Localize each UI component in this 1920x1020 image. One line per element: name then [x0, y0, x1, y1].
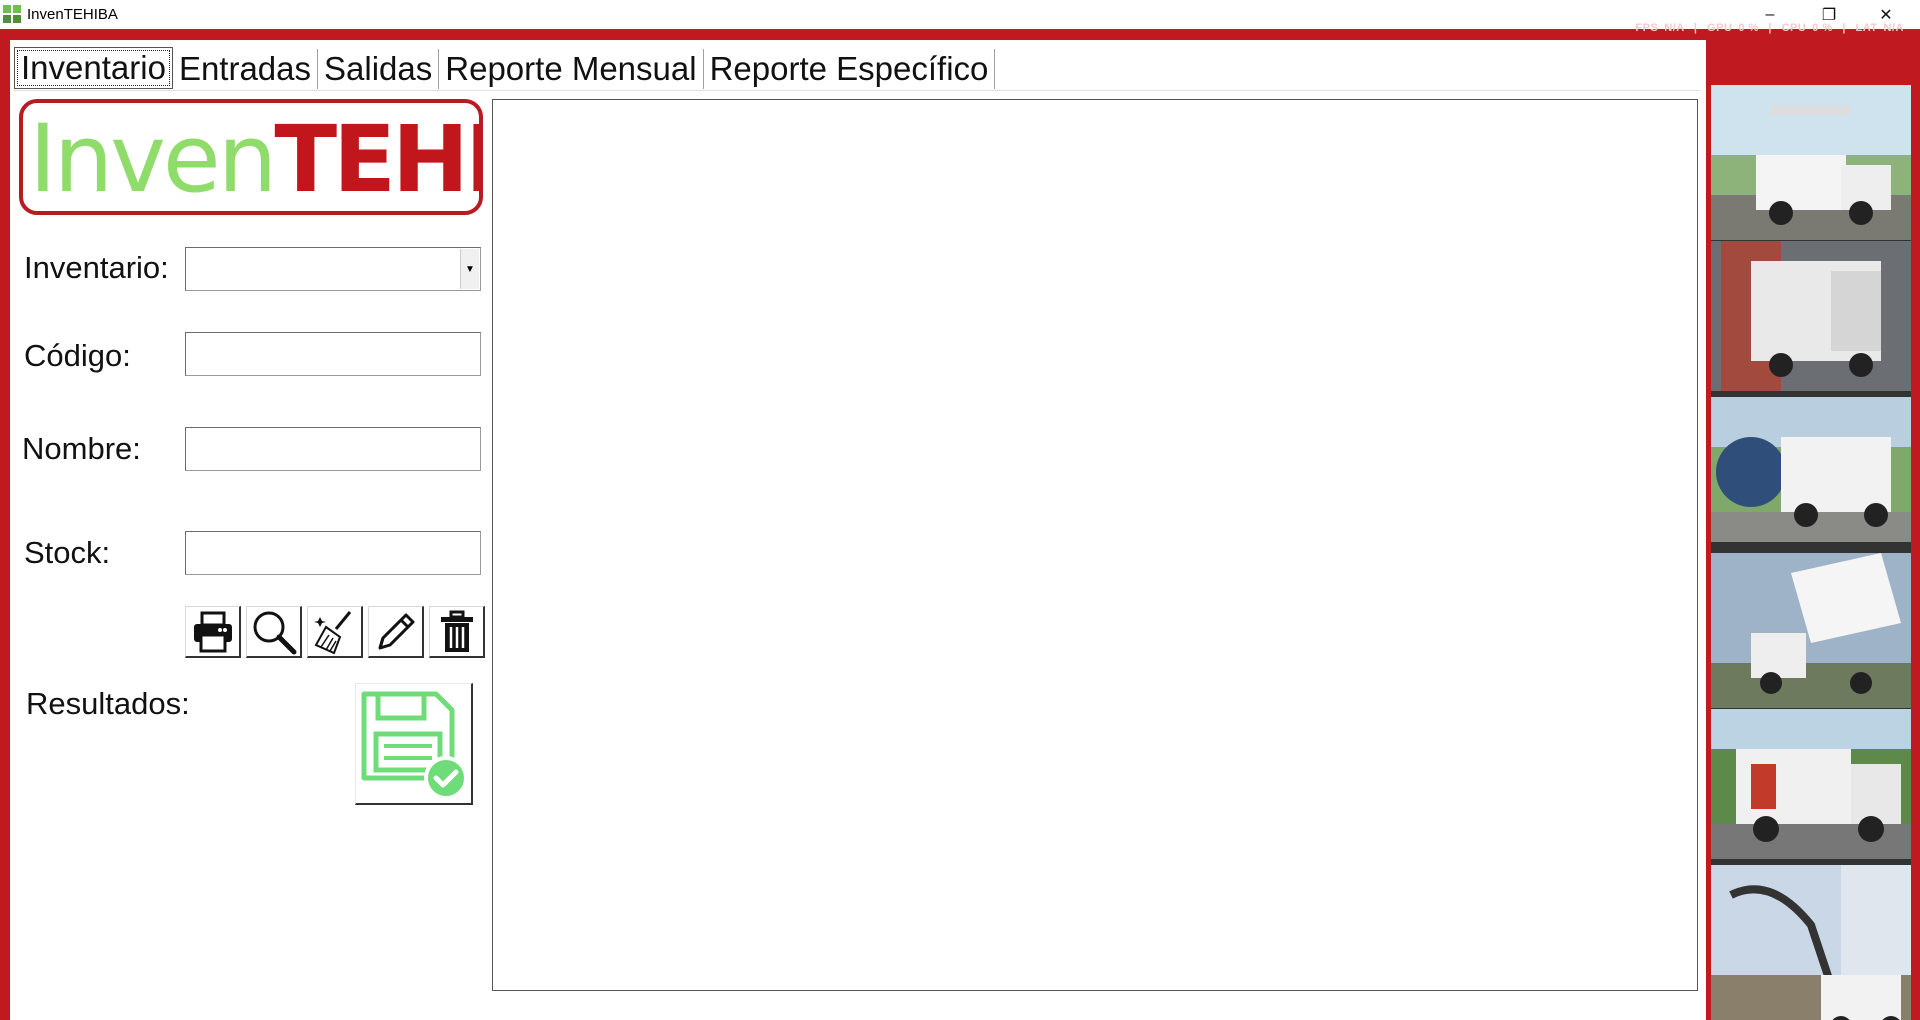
inventario-select-value[interactable]	[186, 248, 480, 290]
sewer-cleaner-truck-photo	[1711, 397, 1911, 552]
tab-reporte-mensual[interactable]: Reporte Mensual	[439, 49, 704, 89]
search-icon	[253, 611, 296, 654]
stock-field[interactable]	[185, 531, 481, 575]
save-button[interactable]	[355, 683, 473, 805]
broom-icon	[313, 610, 351, 654]
tab-inventario[interactable]: Inventario	[14, 47, 173, 89]
tab-divider	[14, 90, 1700, 91]
resultados-label: Resultados:	[26, 686, 190, 721]
print-button[interactable]	[185, 606, 241, 658]
search-button[interactable]	[246, 606, 302, 658]
inventehiba-logo: InvenTEHIBA	[19, 99, 483, 215]
inventario-label: Inventario:	[24, 250, 169, 285]
app-icon	[2, 4, 22, 24]
tab-reporte-especifico[interactable]: Reporte Específico	[703, 49, 996, 89]
printer-icon	[193, 611, 232, 652]
codigo-label: Código:	[24, 338, 131, 373]
chevron-down-icon[interactable]: ▼	[460, 249, 479, 289]
clear-button[interactable]	[307, 606, 363, 658]
edit-button[interactable]	[368, 606, 424, 658]
pencil-icon	[378, 613, 414, 649]
dump-truck-photo	[1711, 553, 1911, 708]
stock-input[interactable]	[186, 532, 480, 574]
main-panel: Inventario Entradas Salidas Reporte Mens…	[10, 40, 1706, 1020]
nombre-field[interactable]	[185, 427, 481, 471]
inventario-select[interactable]: ▼	[185, 247, 481, 291]
stock-label: Stock:	[24, 535, 111, 570]
save-icon	[361, 691, 468, 800]
trash-icon	[440, 610, 473, 652]
performance-overlay: FPS N/A | GPU 0 % | CPU 0 % | LAT N/A	[1635, 22, 1904, 34]
truck-gallery	[1711, 85, 1911, 1020]
delete-button[interactable]	[429, 606, 485, 658]
results-panel[interactable]	[492, 99, 1698, 991]
service-truck-photo	[1711, 709, 1911, 864]
window-title: InvenTEHIBA	[27, 6, 118, 23]
nombre-input[interactable]	[186, 428, 480, 470]
codigo-input[interactable]	[186, 333, 480, 375]
codigo-field[interactable]	[185, 332, 481, 376]
tab-salidas[interactable]: Salidas	[318, 49, 440, 89]
backhoe-truck-photo	[1711, 865, 1911, 1020]
nombre-label: Nombre:	[22, 431, 141, 466]
tab-bar: Inventario Entradas Salidas Reporte Mens…	[14, 45, 996, 89]
tab-entradas[interactable]: Entradas	[172, 49, 319, 89]
bucket-truck-photo	[1711, 85, 1911, 240]
garbage-truck-photo	[1711, 241, 1911, 396]
